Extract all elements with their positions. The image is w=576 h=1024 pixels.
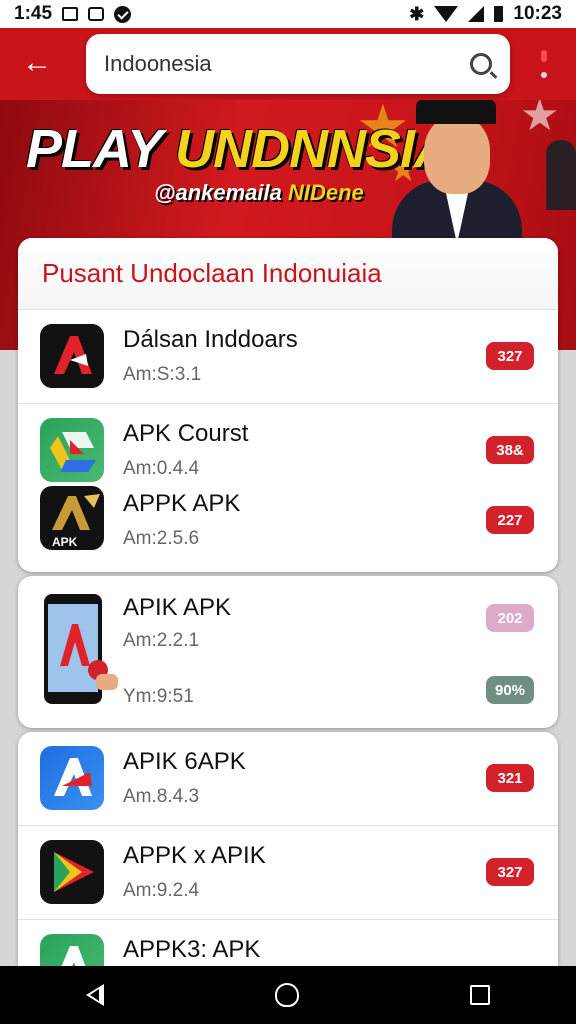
count-badge: 202 <box>486 604 534 632</box>
app-name: Dálsan Inddoars <box>123 326 298 353</box>
list-item[interactable]: APK Courst Am:0.4.4 38& <box>18 404 558 482</box>
search-icon[interactable] <box>470 53 492 75</box>
count-badge: 321 <box>486 764 534 792</box>
app-version: Am:9.2.4 <box>123 880 200 901</box>
search-bar[interactable] <box>86 34 510 94</box>
nav-recents-icon[interactable] <box>470 985 491 1005</box>
count-badge: 227 <box>486 506 534 534</box>
app-name: APPK x APIK <box>123 842 266 869</box>
app-version: Am:0.4.4 <box>123 458 200 479</box>
list-item[interactable]: APPK x APIK Am:9.2.4 327 <box>18 826 558 920</box>
phone-icon <box>38 590 128 708</box>
top-app-bar: ← <box>0 28 576 100</box>
nav-back-icon[interactable] <box>85 984 104 1006</box>
app-name: APPK APK <box>123 490 241 517</box>
drive-icon <box>40 418 104 482</box>
person-image <box>380 100 530 250</box>
app-name[interactable]: APIK APK <box>123 594 231 622</box>
red-a-icon <box>40 324 104 388</box>
list-item[interactable]: APK APPK APK Am:2.5.6 227 <box>18 480 558 572</box>
app-version: Ym:9:51 <box>123 686 194 707</box>
app-section-card: APIK APK Am:2.2.1 202 Ym:9:51 90% <box>18 576 558 728</box>
back-arrow-icon[interactable]: ← <box>22 46 56 80</box>
gold-a-icon: APK <box>40 486 104 550</box>
status-time-left: 1:45 <box>14 3 53 24</box>
search-input[interactable] <box>104 51 470 77</box>
count-badge: 38& <box>486 436 534 464</box>
banner-subtitle: @ankemaila NIDene <box>154 180 364 205</box>
list-item[interactable]: APIK 6APK Am.8.4.3 321 <box>18 732 558 826</box>
percent-badge: 90% <box>486 676 534 704</box>
wifi-icon <box>434 6 459 22</box>
blue-a-icon <box>40 746 104 810</box>
bluetooth-icon: ✱ <box>409 3 425 24</box>
check-icon <box>114 5 132 23</box>
app-section-card: Pusant Undoclaan Indonuiaia Dálsan Inddo… <box>18 238 558 572</box>
battery-icon <box>494 6 504 22</box>
signal-icon <box>468 6 485 22</box>
system-nav-bar <box>0 966 576 1024</box>
list-item[interactable]: Dálsan Inddoars Am:S:3.1 327 <box>18 310 558 404</box>
app-name: APPK3: APK <box>123 936 261 963</box>
app-version: Am:2.5.6 <box>123 528 200 549</box>
play-icon <box>40 840 104 904</box>
app-version: Am.8.4.3 <box>123 786 200 807</box>
app-name: APK Courst <box>123 420 249 447</box>
app-version: Am:S:3.1 <box>123 364 202 385</box>
status-bar: 1:45 ✱ 10:23 <box>0 0 576 28</box>
section-title: Pusant Undoclaan Indonuiaia <box>18 238 558 310</box>
svg-text:APK: APK <box>52 535 78 549</box>
count-badge: 327 <box>486 858 534 886</box>
more-options-icon[interactable] <box>536 50 552 78</box>
app-version: Am:2.2.1 <box>123 630 200 651</box>
status-time-right: 10:23 <box>513 3 562 24</box>
square-icon <box>62 7 79 21</box>
mail-icon <box>88 7 105 21</box>
app-name: APIK 6APK <box>123 748 246 775</box>
person-image <box>546 140 576 210</box>
app-section-card: APIK 6APK Am.8.4.3 321 APPK x APIK Am:9.… <box>18 732 558 982</box>
nav-home-icon[interactable] <box>274 983 299 1007</box>
count-badge: 327 <box>486 342 534 370</box>
